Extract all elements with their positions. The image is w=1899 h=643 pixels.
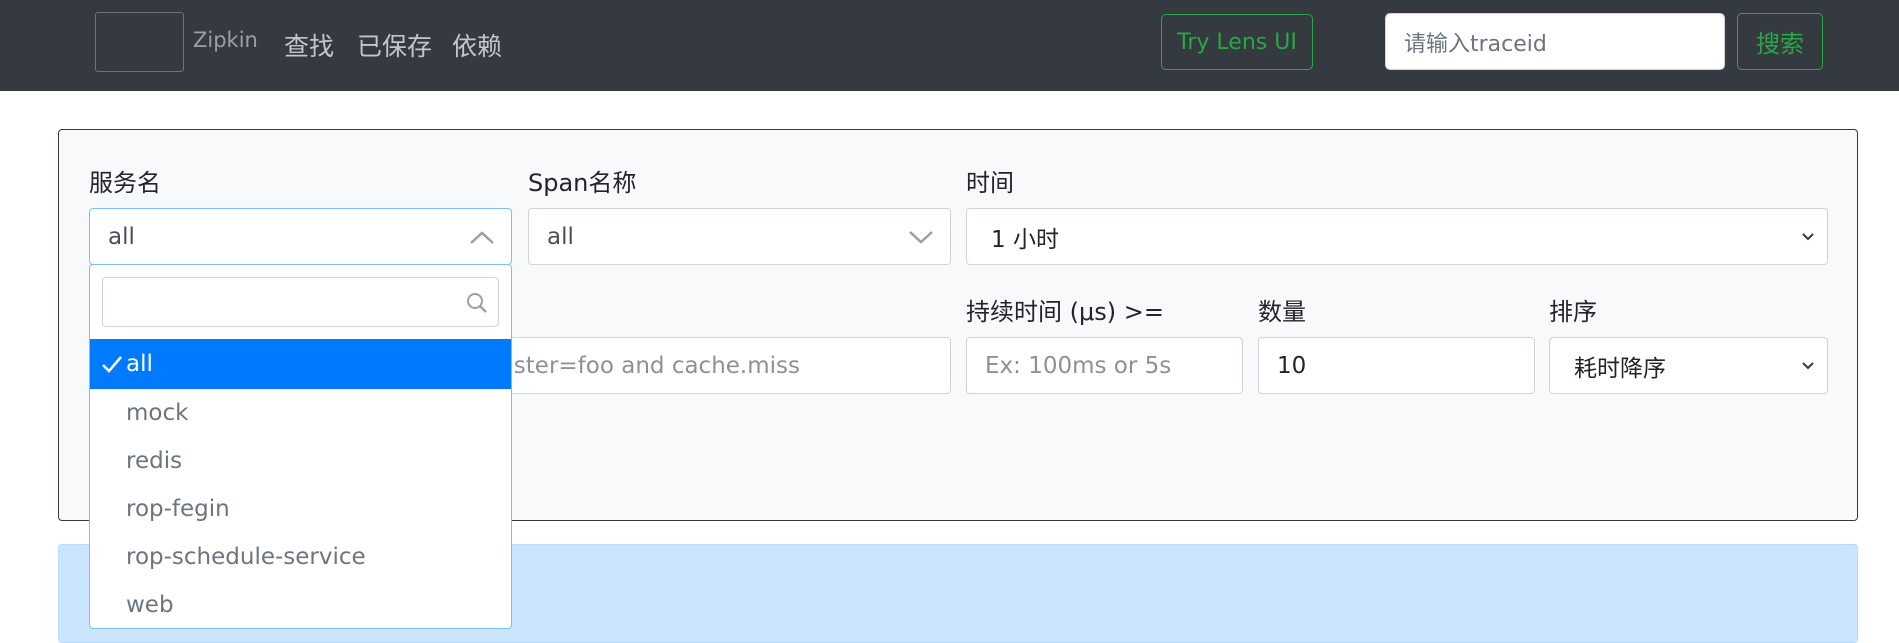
nav-link-find[interactable]: 查找: [284, 27, 334, 63]
limit-label: 数量: [1258, 298, 1306, 326]
sort-value: 耗时降序: [1574, 355, 1666, 382]
nav-link-dependencies[interactable]: 依赖: [452, 27, 502, 63]
dropdown-option-rop-schedule-service[interactable]: rop-schedule-service: [90, 532, 511, 582]
service-name-label: 服务名: [89, 169, 161, 197]
service-name-select[interactable]: all: [89, 208, 512, 265]
dropdown-option-label: rop-schedule-service: [126, 544, 366, 570]
limit-value: 10: [1277, 352, 1307, 379]
check-icon: [102, 356, 122, 373]
dropdown-option-label: redis: [126, 448, 183, 474]
annotation-query-placeholder: cluster=foo and cache.miss: [480, 352, 800, 379]
limit-input[interactable]: 10: [1258, 337, 1535, 394]
select-arrow-icon: [1802, 232, 1814, 240]
time-range-value: 1 小时: [991, 226, 1059, 253]
time-label: 时间: [966, 169, 1014, 197]
dropdown-option-all[interactable]: all: [90, 339, 511, 389]
service-name-value: all: [108, 223, 135, 250]
dropdown-option-redis[interactable]: redis: [90, 436, 511, 486]
search-icon: [467, 293, 487, 313]
try-lens-ui-button[interactable]: Try Lens UI: [1161, 14, 1313, 70]
dropdown-option-label: mock: [126, 400, 189, 426]
traceid-input[interactable]: 请输入traceid: [1385, 13, 1725, 70]
service-name-dropdown: all mock redis rop-fegin rop-schedule-se…: [89, 264, 512, 629]
span-name-value: all: [547, 223, 574, 250]
sort-label: 排序: [1549, 298, 1597, 326]
span-name-select[interactable]: all: [528, 208, 951, 265]
dropdown-option-label: rop-fegin: [126, 496, 230, 522]
dropdown-option-label: all: [126, 351, 153, 377]
chevron-up-icon: [470, 230, 494, 244]
time-range-select[interactable]: 1 小时: [966, 208, 1828, 265]
dropdown-option-label: web: [126, 592, 174, 618]
zipkin-logo[interactable]: [95, 12, 184, 72]
min-duration-placeholder: Ex: 100ms or 5s: [985, 352, 1172, 379]
span-name-label: Span名称: [528, 169, 637, 197]
dropdown-option-mock[interactable]: mock: [90, 388, 511, 438]
select-arrow-icon: [1802, 361, 1814, 369]
dropdown-option-web[interactable]: web: [90, 580, 511, 628]
chevron-down-icon: [909, 230, 933, 244]
sort-select[interactable]: 耗时降序: [1549, 337, 1828, 394]
min-duration-input[interactable]: Ex: 100ms or 5s: [966, 337, 1243, 394]
duration-label: 持续时间 (μs) >=: [966, 298, 1164, 326]
trace-search-button[interactable]: 搜索: [1737, 13, 1823, 70]
top-navbar: Zipkin 查找 已保存 依赖 Try Lens UI 请输入traceid …: [0, 0, 1899, 91]
dropdown-search-input[interactable]: [102, 277, 499, 327]
dropdown-option-rop-fegin[interactable]: rop-fegin: [90, 484, 511, 534]
nav-link-saved[interactable]: 已保存: [357, 27, 432, 63]
brand-name[interactable]: Zipkin: [193, 28, 258, 52]
